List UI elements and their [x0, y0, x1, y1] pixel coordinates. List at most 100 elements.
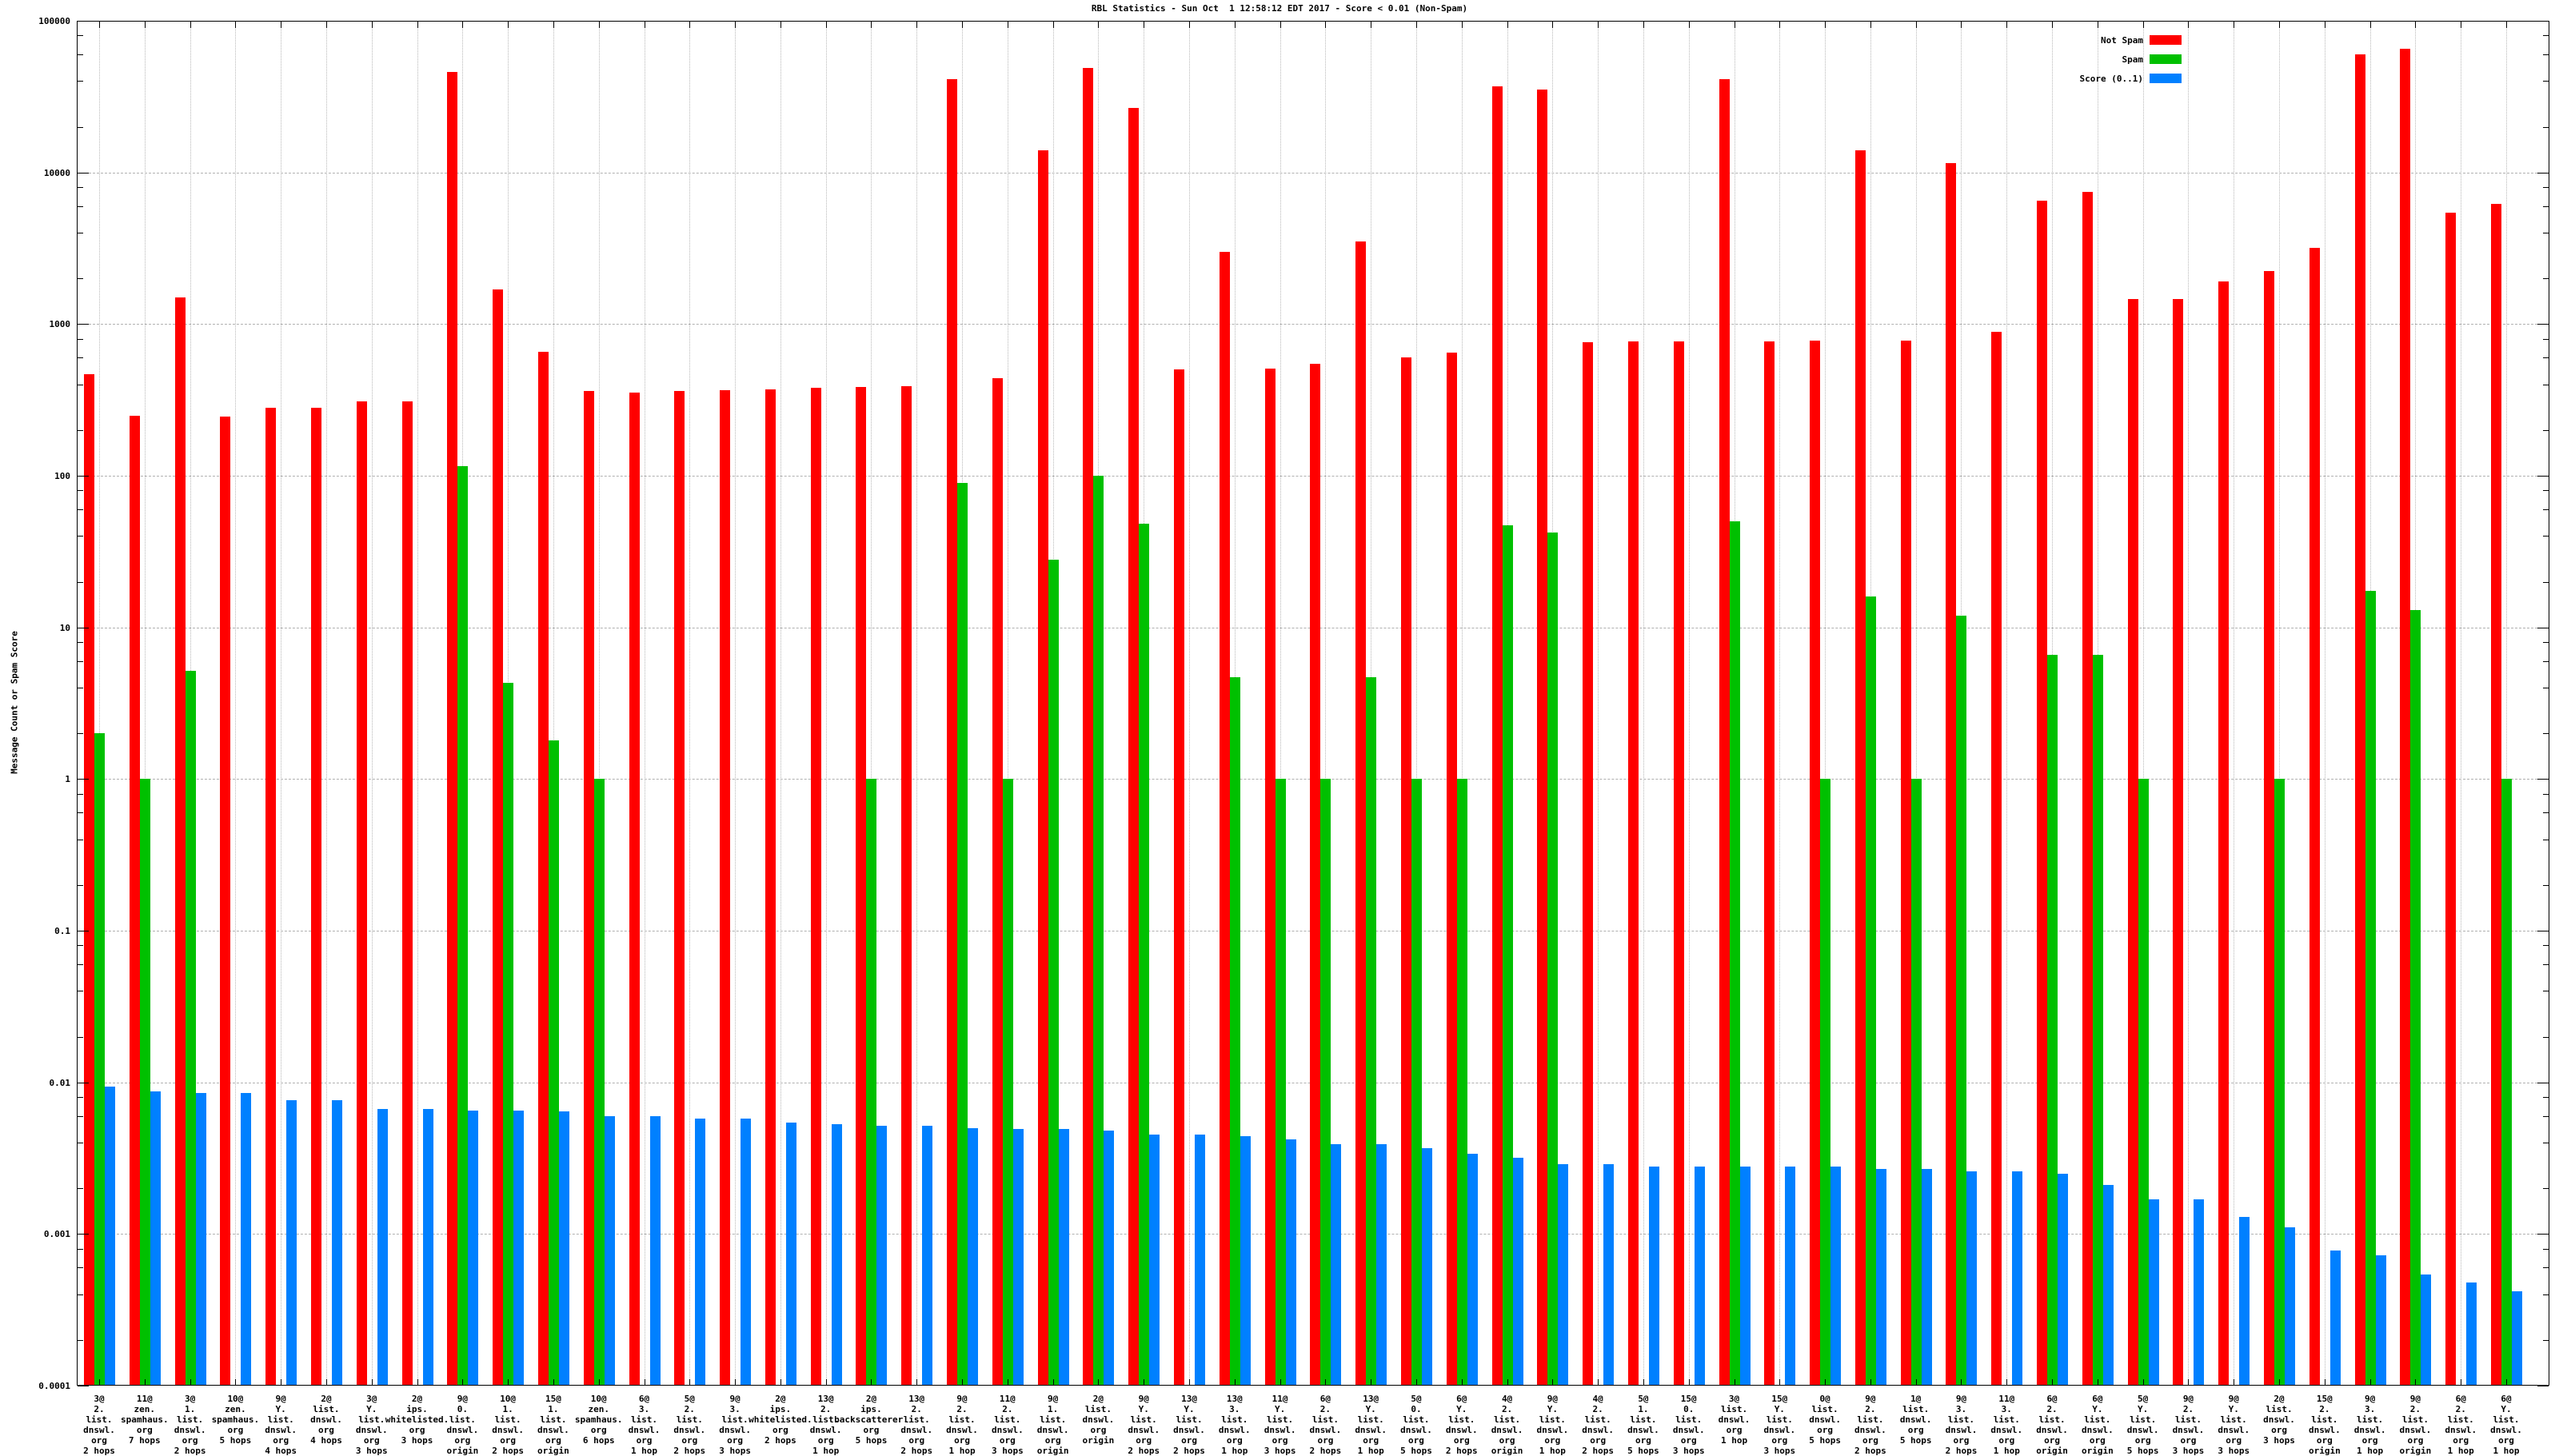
y-minor-tick	[78, 1267, 83, 1269]
y-minor-tick	[2543, 1115, 2549, 1117]
x-tick	[1961, 1379, 1962, 1386]
y-major-tick	[78, 476, 89, 477]
y-tick-label: 0.1	[54, 926, 70, 936]
y-minor-tick	[78, 642, 83, 644]
x-tick	[1280, 22, 1281, 28]
y-major-tick	[2537, 476, 2549, 477]
x-tick	[371, 1379, 373, 1386]
x-tick	[1325, 1379, 1327, 1386]
y-minor-tick	[2543, 1294, 2549, 1295]
x-tick	[2188, 1379, 2190, 1386]
x-tick-label-line: org	[2498, 1435, 2514, 1446]
x-tick-label-line: 6@	[2501, 1394, 2512, 1404]
x-tick	[1234, 22, 1236, 28]
x-tick-label-line: 1 hop	[2493, 1446, 2520, 1456]
x-tick	[1598, 1379, 1599, 1386]
y-minor-tick	[78, 509, 83, 511]
x-tick	[2142, 22, 2144, 28]
plot-area	[77, 21, 2549, 1386]
x-tick	[2052, 1379, 2054, 1386]
x-tick	[871, 22, 872, 28]
y-minor-tick	[78, 1248, 83, 1250]
y-minor-tick	[78, 536, 83, 537]
y-minor-tick	[78, 1339, 83, 1341]
y-minor-tick	[2543, 54, 2549, 56]
x-tick	[1552, 1379, 1554, 1386]
y-minor-tick	[78, 126, 83, 128]
y-minor-tick	[2543, 1248, 2549, 1250]
legend-label-score: Score (0..1)	[2079, 74, 2143, 84]
y-minor-tick	[2543, 278, 2549, 280]
x-tick	[2006, 1379, 2008, 1386]
x-tick	[2506, 1379, 2507, 1386]
y-minor-tick	[2543, 812, 2549, 814]
y-minor-tick	[78, 660, 83, 662]
y-minor-tick	[78, 812, 83, 814]
x-tick	[780, 22, 781, 28]
legend-label-not-spam: Not Spam	[2101, 35, 2143, 46]
x-tick	[508, 22, 509, 28]
y-minor-tick	[2543, 964, 2549, 966]
x-tick	[144, 22, 146, 28]
y-minor-tick	[2543, 205, 2549, 207]
x-tick	[598, 22, 600, 28]
y-minor-tick	[78, 884, 83, 886]
x-tick	[1234, 1379, 1236, 1386]
y-tick-label: 10	[59, 622, 70, 633]
y-minor-tick	[78, 1188, 83, 1190]
x-tick	[825, 1379, 827, 1386]
y-minor-tick	[2543, 945, 2549, 947]
x-tick	[1189, 22, 1191, 28]
x-tick	[2052, 22, 2054, 28]
y-minor-tick	[78, 35, 83, 37]
x-tick	[1189, 1379, 1191, 1386]
y-minor-tick	[2543, 187, 2549, 189]
x-tick	[99, 22, 100, 28]
x-tick	[325, 1379, 327, 1386]
x-tick	[1098, 1379, 1100, 1386]
x-tick	[916, 22, 918, 28]
y-major-tick	[2537, 779, 2549, 780]
y-minor-tick	[78, 733, 83, 735]
x-tick	[2188, 22, 2190, 28]
x-tick	[1598, 22, 1599, 28]
x-tick	[1507, 1379, 1508, 1386]
y-minor-tick	[2543, 642, 2549, 644]
x-tick	[1688, 22, 1690, 28]
plot-border	[77, 21, 2549, 1386]
x-tick	[235, 22, 237, 28]
x-tick	[735, 22, 737, 28]
y-minor-tick	[2543, 1188, 2549, 1190]
x-tick	[417, 22, 418, 28]
y-minor-tick	[2543, 35, 2549, 37]
x-tick	[1779, 22, 1781, 28]
y-minor-tick	[78, 945, 83, 947]
y-major-tick	[78, 172, 89, 174]
y-minor-tick	[78, 1036, 83, 1038]
y-major-tick	[78, 21, 89, 22]
x-tick	[462, 22, 464, 28]
legend-label-spam: Spam	[2122, 54, 2144, 65]
y-major-tick	[2537, 21, 2549, 22]
x-tick-label-line: dnswl.	[2490, 1425, 2522, 1435]
y-minor-tick	[78, 429, 83, 431]
x-tick	[962, 1379, 964, 1386]
y-minor-tick	[2543, 660, 2549, 662]
x-tick	[190, 22, 191, 28]
y-minor-tick	[78, 1115, 83, 1117]
y-tick-label: 100	[54, 471, 70, 481]
x-tick	[1052, 1379, 1054, 1386]
y-minor-tick	[2543, 733, 2549, 735]
x-tick	[1825, 22, 1826, 28]
x-tick	[1461, 1379, 1463, 1386]
x-tick	[462, 1379, 464, 1386]
y-minor-tick	[2543, 536, 2549, 537]
y-minor-tick	[2543, 1267, 2549, 1269]
legend: Not Spam Spam Score (0..1)	[2080, 0, 2545, 96]
x-tick	[2369, 1379, 2371, 1386]
y-minor-tick	[2543, 490, 2549, 492]
y-tick-label: 1000	[49, 319, 71, 330]
x-tick	[2006, 22, 2008, 28]
y-minor-tick	[78, 205, 83, 207]
spam-swatch	[2150, 54, 2182, 64]
